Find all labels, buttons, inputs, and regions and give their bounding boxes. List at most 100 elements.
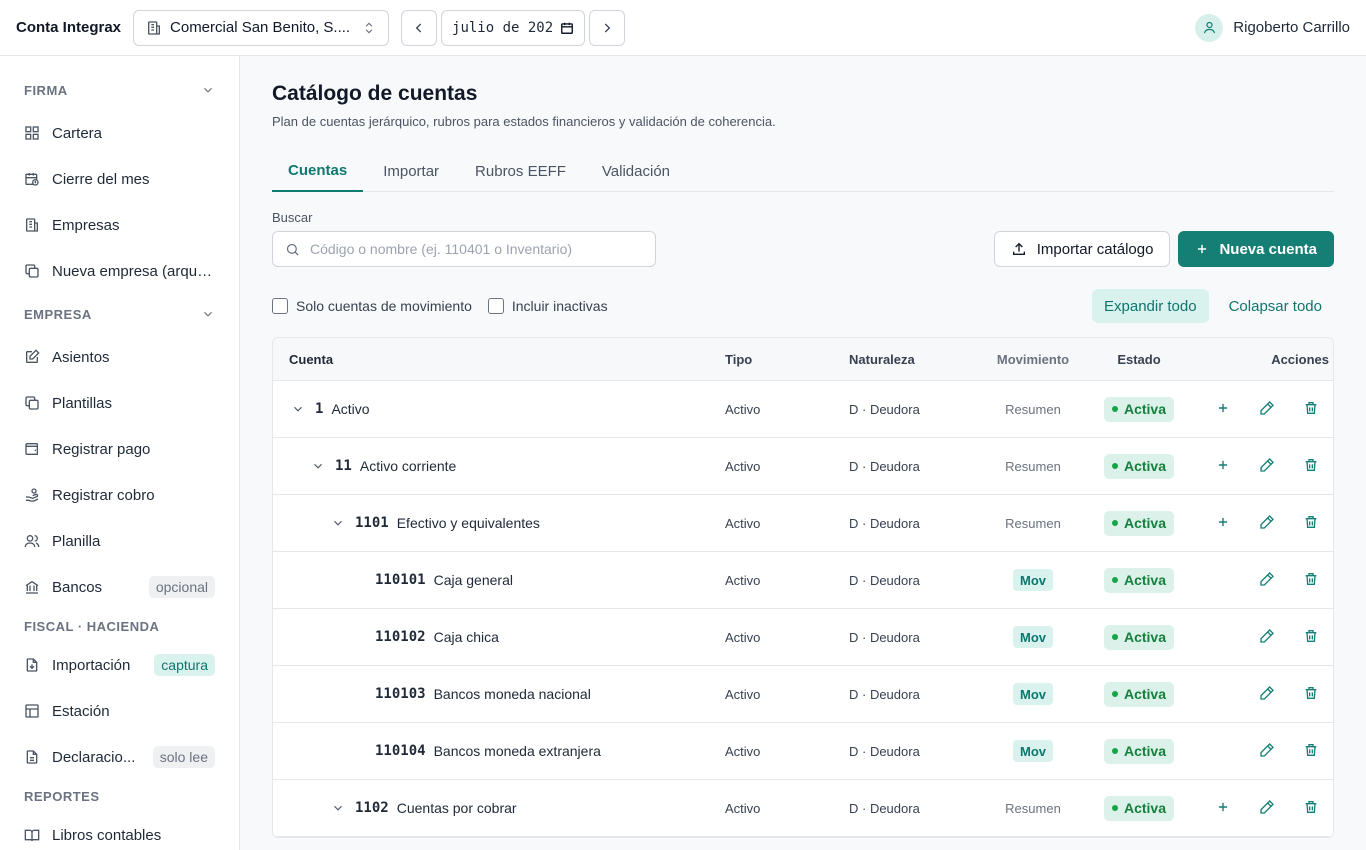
tab-cuentas[interactable]: Cuentas [272,151,364,192]
expand-all-button[interactable]: Expandir todo [1092,289,1209,323]
delete-button[interactable] [1289,680,1333,708]
next-month-button[interactable] [589,9,626,46]
sidebar-item-cartera[interactable]: Cartera [0,110,239,156]
header-movimiento[interactable]: Movimiento [977,352,1089,367]
chevron-right-icon [604,22,611,33]
new-account-button[interactable]: Nueva cuenta [1178,231,1334,267]
sidebar-item-nueva-empresa[interactable]: Nueva empresa (arque... [0,248,239,294]
sidebar-item-label: Declaracio... [52,748,136,766]
tab-rubros-eeff[interactable]: Rubros EEFF [459,151,582,192]
status-badge: Activa [1103,396,1175,422]
sidebar-item-registrar-pago[interactable]: Registrar pago [0,426,239,472]
sidebar-section-firma[interactable]: FIRMA [0,70,239,110]
movement-badge: Mov [1013,626,1053,648]
checkbox-box[interactable] [272,298,288,314]
add-child-button[interactable] [1201,794,1245,822]
delete-button[interactable] [1289,566,1333,594]
add-child-button[interactable] [1201,452,1245,480]
sidebar-item-label: Registrar pago [52,440,151,458]
cell-tipo: Activo [725,743,761,759]
chevron-down-icon[interactable] [329,516,347,530]
tab-validacion[interactable]: Validación [586,151,686,192]
edit-button[interactable] [1245,566,1289,594]
cell-estado: Activa [1089,738,1189,764]
sidebar-item-bancos[interactable]: Bancos opcional [0,564,239,610]
header-cuenta[interactable]: Cuenta [273,352,725,367]
tab-importar[interactable]: Importar [367,151,455,192]
document-icon [26,750,38,764]
import-catalog-button[interactable]: Importar catálogo [993,231,1171,267]
delete-button[interactable] [1289,794,1333,822]
edit-button[interactable] [1245,509,1289,537]
cell-tipo: Activo [725,800,761,816]
cell-cuenta: 11 Activo corriente [273,458,725,474]
collapse-all-button[interactable]: Colapsar todo [1217,289,1334,323]
sidebar-item-plantillas[interactable]: Plantillas [0,380,239,426]
sidebar-section-empresa[interactable]: EMPRESA [0,294,239,334]
page-subtitle: Plan de cuentas jerárquico, rubros para … [272,114,776,129]
add-child-button[interactable] [1201,395,1245,423]
sidebar-item-registrar-cobro[interactable]: Registrar cobro [0,472,239,518]
movement-only-checkbox[interactable]: Solo cuentas de movimiento [272,298,472,314]
account-code: 1 [315,401,324,417]
sidebar-item-estacion[interactable]: Estación [0,688,239,734]
pencil-icon [1259,400,1275,419]
pencil-icon [1259,742,1275,761]
edit-button[interactable] [1245,680,1289,708]
sidebar-item-empresas[interactable]: Empresas [0,202,239,248]
delete-button[interactable] [1289,509,1333,537]
table-row: 11 Activo corriente Activo D · Deudora Resum… [273,438,1333,495]
pencil-icon [1259,685,1275,704]
sidebar-item-cierre[interactable]: Cierre del mes [0,156,239,202]
sidebar-item-asientos[interactable]: Asientos [0,334,239,380]
delete-button[interactable] [1289,452,1333,480]
include-inactive-checkbox[interactable]: Incluir inactivas [487,298,608,314]
cell-naturaleza: D · Deudora [849,743,920,759]
table-row: 1 Activo Activo D · Deudora Resumen Activa [273,381,1333,438]
edit-button[interactable] [1245,395,1289,423]
sidebar-item-libros-contables[interactable]: Libros contables [0,812,239,850]
sidebar-item-importacion[interactable]: Importación captura [0,642,239,688]
cell-tipo: Activo [725,401,761,417]
cell-acciones [1189,680,1333,708]
checkbox-box[interactable] [487,298,504,314]
edit-button[interactable] [1245,452,1289,480]
status-text: Activa [1123,743,1167,759]
header-acciones: Acciones [1271,351,1329,367]
section-title: FIRMA [24,82,68,98]
edit-button[interactable] [1245,737,1289,765]
delete-button[interactable] [1289,395,1333,423]
search-field[interactable] [272,231,656,267]
chevron-down-icon[interactable] [289,402,307,416]
calendar-icon[interactable] [560,21,574,35]
account-name: Caja chica [433,629,499,645]
header-naturaleza[interactable]: Naturaleza [849,352,977,367]
sidebar-item-declaraciones[interactable]: Declaracio... solo lee [0,734,239,780]
month-input[interactable]: julio de 2026 [441,9,586,46]
cell-cuenta: 110101 Caja general [273,572,725,588]
chevron-down-icon[interactable] [329,801,347,815]
upload-icon [1012,242,1025,255]
empty-slot [1201,623,1245,651]
cell-naturaleza: D · Deudora [849,572,920,588]
cell-acciones [1189,452,1333,480]
header-tipo[interactable]: Tipo [725,352,849,367]
header-estado[interactable]: Estado [1089,352,1189,367]
delete-button[interactable] [1289,737,1333,765]
edit-button[interactable] [1245,794,1289,822]
user-menu[interactable]: Rigoberto Carrillo [1195,13,1350,42]
status-dot [1111,463,1118,469]
chevron-down-icon[interactable] [309,459,327,473]
accounts-table: Cuenta Tipo Naturaleza Movimiento Estado… [272,337,1334,838]
grid-icon [25,126,39,140]
edit-button[interactable] [1245,623,1289,651]
cell-naturaleza: D · Deudora [849,401,920,417]
add-child-button[interactable] [1201,509,1245,537]
prev-month-button[interactable] [401,9,438,46]
plus-icon [1216,515,1230,532]
search-input[interactable] [310,241,640,257]
sidebar-item-planilla[interactable]: Planilla [0,518,239,564]
delete-button[interactable] [1289,623,1333,651]
company-selector[interactable]: Comercial San Benito, S.... [133,9,390,46]
cell-naturaleza: D · Deudora [849,629,920,645]
